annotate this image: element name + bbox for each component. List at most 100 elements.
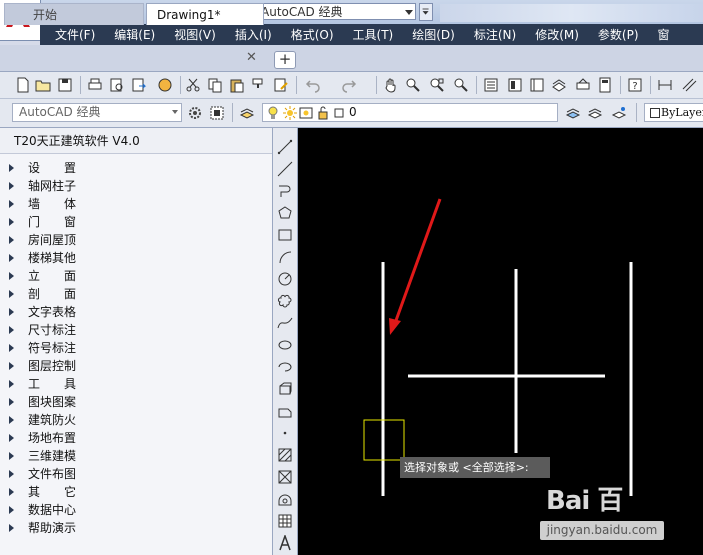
markup-button[interactable] — [574, 76, 592, 94]
match-properties-button[interactable] — [250, 76, 268, 94]
menu-format[interactable]: 格式(O) — [276, 26, 334, 43]
t20-menu-item-label: 图块图案 — [28, 395, 77, 409]
pan-button[interactable] — [382, 76, 400, 94]
undo-tool-button[interactable] — [304, 76, 322, 94]
t20-menu-item[interactable]: 房间屋顶 — [0, 231, 272, 249]
make-block-button[interactable] — [276, 402, 294, 420]
ellipse-tool-button[interactable] — [276, 336, 294, 354]
redo-tool-button[interactable] — [340, 76, 358, 94]
zoom-previous-button[interactable] — [452, 76, 470, 94]
menu-modify[interactable]: 修改(M) — [520, 26, 579, 43]
t20-menu-item[interactable]: 轴网柱子 — [0, 177, 272, 195]
t20-menu-item[interactable]: 符号标注 — [0, 339, 272, 357]
gradient-tool-button[interactable] — [276, 468, 294, 486]
line-tool-button[interactable] — [276, 138, 294, 156]
new-tab-button[interactable]: + — [274, 51, 296, 69]
t20-menu-item[interactable]: 工 具 — [0, 375, 272, 393]
lightbulb-icon[interactable] — [264, 104, 282, 122]
sheet-set-button[interactable] — [550, 76, 568, 94]
lightbulb-icon — [268, 106, 278, 119]
tab-drawing1[interactable]: Drawing1* — [146, 3, 264, 25]
publish-button[interactable] — [130, 76, 148, 94]
t20-menu-item[interactable]: 剖 面 — [0, 285, 272, 303]
tool-palettes-button[interactable] — [528, 76, 546, 94]
help-button[interactable]: ? — [626, 76, 644, 94]
layer-state-button[interactable] — [610, 104, 628, 122]
menu-dimension[interactable]: 标注(N) — [459, 26, 516, 43]
arc-tool-button[interactable] — [276, 248, 294, 266]
menu-edit[interactable]: 编辑(E) — [99, 26, 155, 43]
t20-menu-item[interactable]: 门 窗 — [0, 213, 272, 231]
t20-menu-item[interactable]: 建筑防火 — [0, 411, 272, 429]
clean-screen-button[interactable] — [208, 104, 226, 122]
t20-menu-item[interactable]: 三维建模 — [0, 447, 272, 465]
cut-button[interactable] — [184, 76, 202, 94]
menu-window[interactable]: 窗 — [643, 26, 670, 43]
t20-menu-item[interactable]: 尺寸标注 — [0, 321, 272, 339]
3d-dwf-button[interactable] — [156, 76, 174, 94]
copy-button[interactable] — [206, 76, 224, 94]
tab-start[interactable]: 开始 — [4, 3, 144, 25]
menu-draw[interactable]: 绘图(D) — [397, 26, 455, 43]
t20-menu-item[interactable]: 场地布置 — [0, 429, 272, 447]
save-tool-button[interactable] — [56, 76, 74, 94]
zoom-realtime-button[interactable] — [404, 76, 422, 94]
hatch-tool-button[interactable] — [276, 446, 294, 464]
t20-menu-item[interactable]: 楼梯其他 — [0, 249, 272, 267]
spline-tool-button[interactable] — [276, 314, 294, 332]
workspace-settings-button[interactable] — [186, 104, 204, 122]
layer-previous-button[interactable] — [586, 104, 604, 122]
plot-preview-button[interactable] — [108, 76, 126, 94]
t20-menu-item[interactable]: 帮助演示 — [0, 519, 272, 537]
workspace-dropdown[interactable]: AutoCAD 经典 — [12, 103, 182, 122]
menu-file[interactable]: 文件(F) — [40, 26, 95, 43]
polygon-tool-button[interactable] — [276, 204, 294, 222]
region-tool-button[interactable] — [276, 490, 294, 508]
color-swatch-icon — [650, 108, 660, 118]
close-tab-button[interactable]: ✕ — [246, 48, 260, 68]
menu-parametric[interactable]: 参数(P) — [583, 26, 639, 43]
make-current-layer-button[interactable] — [564, 104, 582, 122]
paste-button[interactable] — [228, 76, 246, 94]
plot-tool-button[interactable] — [86, 76, 104, 94]
insert-block-button[interactable] — [276, 380, 294, 398]
calculator-button[interactable] — [596, 76, 614, 94]
t20-menu-item[interactable]: 其 它 — [0, 483, 272, 501]
t20-menu-item[interactable]: 文件布图 — [0, 465, 272, 483]
menu-tools[interactable]: 工具(T) — [338, 26, 394, 43]
t20-menu-item[interactable]: 墙 体 — [0, 195, 272, 213]
t20-menu-item[interactable]: 数据中心 — [0, 501, 272, 519]
table-tool-button[interactable] — [276, 512, 294, 530]
menu-view[interactable]: 视图(V) — [159, 26, 216, 43]
t20-menu-item[interactable]: 设 置 — [0, 159, 272, 177]
linear-dimension-button[interactable] — [656, 76, 674, 94]
workspace-value: AutoCAD 经典 — [261, 5, 343, 19]
t20-menu-item[interactable]: 立 面 — [0, 267, 272, 285]
zoom-window-button[interactable] — [428, 76, 446, 94]
design-center-button[interactable] — [506, 76, 524, 94]
ellipse-arc-button[interactable] — [276, 358, 294, 376]
properties-button[interactable] — [482, 76, 500, 94]
construction-line-button[interactable] — [276, 160, 294, 178]
mtext-tool-button[interactable] — [276, 534, 294, 552]
t20-menu-item[interactable]: 图层控制 — [0, 357, 272, 375]
workspace-select[interactable]: AutoCAD 经典 — [240, 3, 416, 20]
customize-quick-access-button[interactable] — [419, 3, 433, 21]
layer-color-swatch[interactable] — [330, 104, 348, 122]
viewport-freeze-icon[interactable] — [297, 104, 315, 122]
revision-cloud-button[interactable] — [276, 292, 294, 310]
polyline-tool-button[interactable] — [276, 182, 294, 200]
block-editor-button[interactable] — [272, 76, 290, 94]
layer-properties-button[interactable] — [238, 104, 256, 122]
chevron-down-icon[interactable] — [402, 4, 416, 20]
circle-tool-button[interactable] — [276, 270, 294, 288]
drawing-canvas[interactable] — [298, 128, 703, 555]
open-button[interactable] — [34, 76, 52, 94]
t20-menu-item[interactable]: 图块图案 — [0, 393, 272, 411]
point-tool-button[interactable] — [276, 424, 294, 442]
menu-insert[interactable]: 插入(I) — [220, 26, 272, 43]
t20-menu-item[interactable]: 文字表格 — [0, 303, 272, 321]
rectangle-tool-button[interactable] — [276, 226, 294, 244]
qnew-button[interactable] — [14, 76, 32, 94]
aligned-dimension-button[interactable] — [680, 76, 698, 94]
